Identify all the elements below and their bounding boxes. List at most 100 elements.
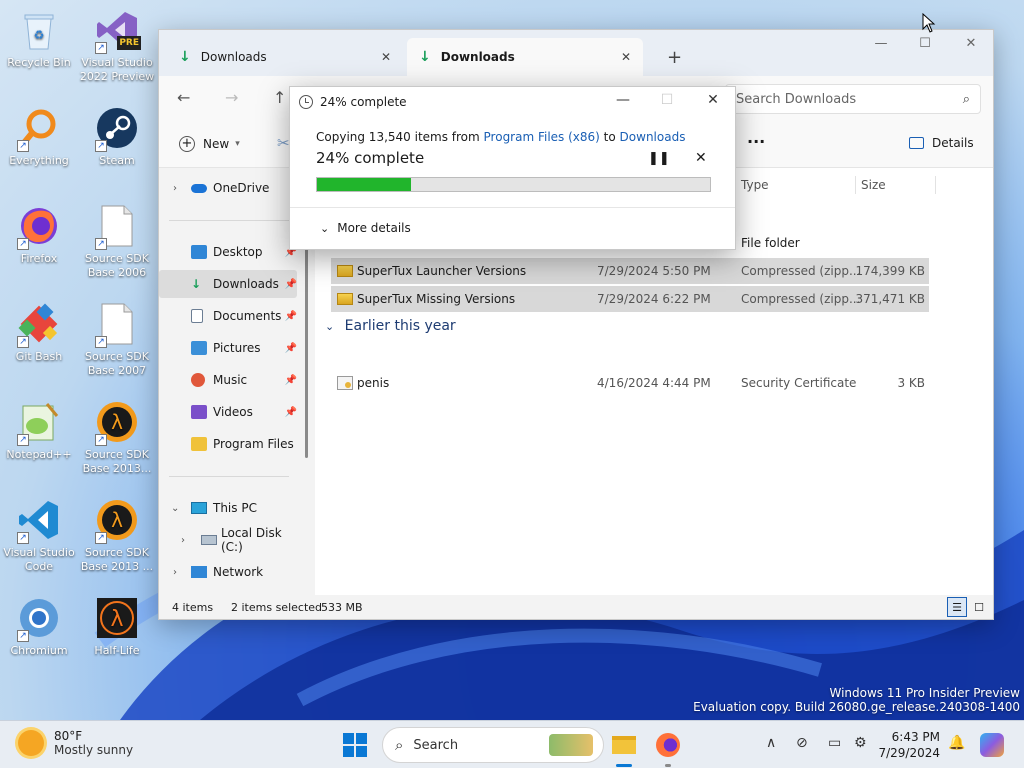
desktop-icon-label: Source SDK Base 2007: [85, 350, 149, 377]
minimize-icon[interactable]: —: [608, 92, 638, 108]
minimize-icon[interactable]: —: [861, 36, 901, 51]
desktop-icon-label: Notepad++: [6, 448, 72, 461]
row-type: Compressed (zipp...: [741, 264, 861, 278]
desktop-icon-half-life[interactable]: λ Half-Life: [78, 594, 156, 658]
sidebar-item-pictures[interactable]: Pictures 📌: [159, 334, 297, 362]
more-details-button[interactable]: ⌄ More details: [320, 221, 411, 235]
group-label: Earlier this year: [344, 318, 456, 334]
certificate-icon: [337, 376, 353, 390]
display-icon[interactable]: ▭: [828, 735, 841, 751]
column-header-size[interactable]: Size: [861, 178, 886, 192]
desktop-icon-visual-studio-2022-preview[interactable]: PRE ↗ Visual Studio 2022 Preview: [78, 6, 156, 84]
sidebar-item-documents[interactable]: Documents 📌: [159, 302, 297, 330]
pin-icon: 📌: [284, 342, 297, 354]
table-row[interactable]: SuperTux Launcher Versions 7/29/2024 5:5…: [331, 258, 929, 284]
maximize-icon[interactable]: ☐: [652, 92, 682, 108]
weather-widget[interactable]: 80°F Mostly sunny: [18, 729, 133, 757]
sidebar-item-local-disk[interactable]: › Local Disk (C:): [159, 526, 305, 554]
no-network-icon[interactable]: ⊘: [796, 735, 808, 751]
cut-button[interactable]: ✂: [277, 134, 290, 152]
sidebar-item-videos[interactable]: Videos 📌: [159, 398, 297, 426]
group-header-earlier-this-year[interactable]: ⌄ Earlier this year: [325, 318, 456, 334]
sidebar-item-this-pc[interactable]: ⌄ This PC: [159, 494, 297, 522]
taskbar-search[interactable]: ⌕ Search: [382, 727, 604, 763]
desktop-icon-recycle-bin[interactable]: ♻ Recycle Bin: [0, 6, 78, 70]
windows-logo-tile: [343, 746, 354, 757]
notification-bell-icon[interactable]: 🔔: [948, 735, 965, 751]
desktop-icon-visual-studio-code[interactable]: ↗ Visual Studio Code: [0, 496, 78, 574]
pin-icon: 📌: [284, 310, 297, 322]
zip-folder-icon: [337, 293, 353, 305]
sidebar-item-music[interactable]: Music 📌: [159, 366, 297, 394]
desktop-icon-source-sdk-base-2013-b[interactable]: λ ↗ Source SDK Base 2013 ...: [78, 496, 156, 574]
sidebar-item-desktop[interactable]: Desktop 📌: [159, 238, 297, 266]
details-view-icon[interactable]: ☰: [947, 597, 967, 617]
details-button[interactable]: Details: [909, 136, 974, 150]
desktop-icon-notepad-plus-plus[interactable]: ↗ Notepad++: [0, 398, 78, 462]
shortcut-arrow-icon: ↗: [17, 238, 29, 250]
back-arrow-icon[interactable]: ←: [177, 88, 190, 107]
desktop-icon-git-bash[interactable]: ↗ Git Bash: [0, 300, 78, 364]
firefox-taskbar-icon[interactable]: [652, 729, 684, 767]
shortcut-arrow-icon: ↗: [95, 532, 107, 544]
download-arrow-icon: ↓: [419, 49, 431, 65]
table-row[interactable]: penis 4/16/2024 4:44 PM Security Certifi…: [331, 370, 929, 396]
sidebar-item-onedrive[interactable]: › OneDrive: [159, 174, 297, 202]
forward-arrow-icon[interactable]: →: [225, 88, 238, 107]
selection-count: 2 items selected: [231, 600, 323, 614]
source-link[interactable]: Program Files (x86): [484, 130, 600, 144]
desktop-icon-steam[interactable]: ↗ Steam: [78, 104, 156, 168]
table-row[interactable]: SuperTux Missing Versions 7/29/2024 6:22…: [331, 286, 929, 312]
new-tab-button[interactable]: +: [655, 38, 694, 76]
sidebar-item-downloads[interactable]: ↓ Downloads 📌: [159, 270, 297, 298]
pause-icon[interactable]: ❚❚: [648, 151, 670, 166]
show-hidden-icons-chevron-icon[interactable]: ∧: [766, 735, 776, 751]
settings-sync-icon[interactable]: ⚙: [854, 735, 867, 751]
desktop-icon-label: Source SDK Base 2006: [85, 252, 149, 279]
selection-size: 533 MB: [321, 600, 363, 614]
desktop-icon-source-sdk-base-2006[interactable]: ↗ Source SDK Base 2006: [78, 202, 156, 280]
close-tab-icon[interactable]: ✕: [621, 50, 631, 64]
start-button[interactable]: [343, 733, 367, 757]
column-header-type[interactable]: Type: [741, 178, 769, 192]
copilot-preview-icon[interactable]: [980, 733, 1004, 757]
close-window-icon[interactable]: ✕: [951, 36, 991, 51]
shortcut-arrow-icon: ↗: [17, 140, 29, 152]
file-explorer-taskbar-icon[interactable]: [608, 729, 640, 767]
tab-downloads-2[interactable]: ↓ Downloads ✕: [407, 38, 643, 76]
tiles-view-icon[interactable]: ☐: [969, 597, 989, 617]
taskbar-clock[interactable]: 6:43 PM 7/29/2024: [868, 729, 940, 761]
tab-downloads-1[interactable]: ↓ Downloads ✕: [167, 38, 403, 76]
dialog-titlebar: 24% complete — ☐ ✕: [290, 87, 735, 117]
copy-progress-dialog[interactable]: 24% complete — ☐ ✕ Copying 13,540 items …: [289, 86, 736, 250]
svg-text:♻: ♻: [34, 28, 45, 42]
close-dialog-icon[interactable]: ✕: [698, 92, 728, 108]
new-button[interactable]: + New ▾: [179, 136, 240, 152]
clock-date: 7/29/2024: [878, 746, 940, 760]
desktop-icon-source-sdk-base-2013-a[interactable]: λ ↗ Source SDK Base 2013...: [78, 398, 156, 476]
search-box[interactable]: Search Downloads ⌕: [725, 84, 981, 114]
close-tab-icon[interactable]: ✕: [381, 50, 391, 64]
cancel-icon[interactable]: ✕: [695, 150, 707, 166]
desktop-icon-chromium[interactable]: ↗ Chromium: [0, 594, 78, 658]
clock-icon: [299, 95, 313, 109]
chevron-down-icon: ▾: [235, 139, 240, 149]
row-name: SuperTux Missing Versions: [357, 292, 516, 306]
clock-time: 6:43 PM: [891, 730, 940, 744]
progress-fill: [317, 178, 412, 191]
shortcut-arrow-icon: ↗: [95, 42, 107, 54]
up-arrow-icon[interactable]: ↑: [273, 88, 286, 107]
desktop-icon-everything[interactable]: ↗ Everything: [0, 104, 78, 168]
sidebar-item-network[interactable]: › Network: [159, 558, 297, 586]
pin-icon: 📌: [284, 374, 297, 386]
half-life-2-icon: λ ↗: [93, 398, 141, 446]
destination-link[interactable]: Downloads: [620, 130, 686, 144]
maximize-icon[interactable]: ☐: [905, 36, 945, 51]
desktop-icon-firefox[interactable]: ↗ Firefox: [0, 202, 78, 266]
vscode-icon: ↗: [15, 496, 63, 544]
see-more-button[interactable]: ···: [747, 132, 765, 151]
desktop-icon-source-sdk-base-2007[interactable]: ↗ Source SDK Base 2007: [78, 300, 156, 378]
sidebar-item-program-files[interactable]: Program Files: [159, 430, 297, 458]
shortcut-arrow-icon: ↗: [95, 434, 107, 446]
percent-complete: 24% complete: [316, 149, 425, 167]
